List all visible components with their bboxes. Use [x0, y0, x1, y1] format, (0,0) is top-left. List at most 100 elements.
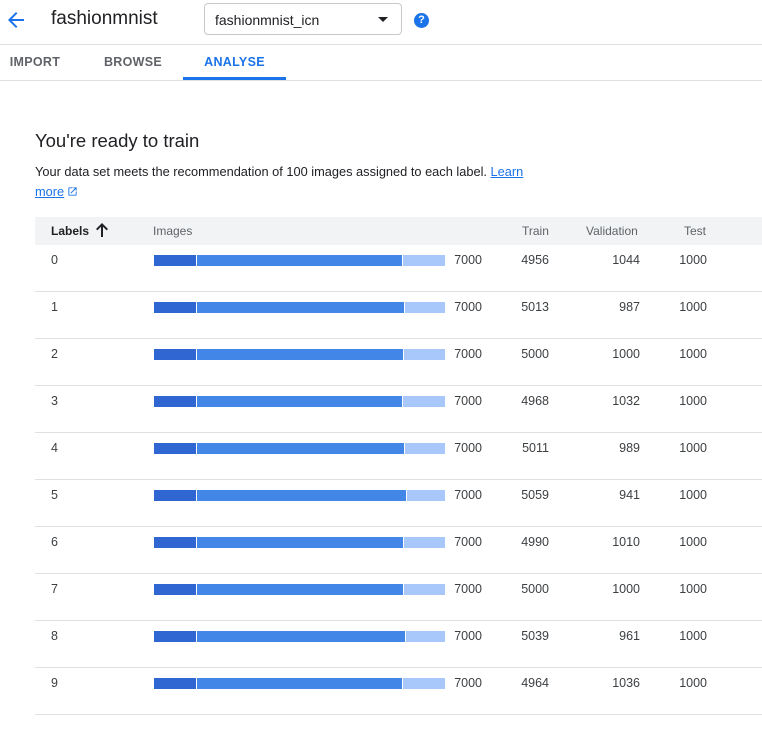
arrow-back-icon[interactable]	[4, 8, 28, 32]
bar-test-segment	[154, 678, 196, 689]
images-count: 7000	[454, 394, 482, 408]
tab-analyse[interactable]: ANALYSE	[183, 44, 286, 80]
description: Your data set meets the recommendation o…	[35, 162, 555, 203]
bar-test-segment	[154, 443, 196, 454]
help-icon[interactable]: ?	[414, 13, 429, 28]
bar-validation-segment	[404, 349, 445, 360]
table-row[interactable]: 2 7000 5000 1000 1000	[35, 339, 762, 386]
label-cell: 4	[51, 441, 58, 455]
image-split-bar	[154, 396, 445, 407]
validation-count: 1044	[612, 253, 640, 267]
table-row[interactable]: 9 7000 4964 1036 1000	[35, 668, 762, 715]
images-count: 7000	[454, 582, 482, 596]
bar-train-segment	[196, 678, 402, 689]
test-count: 1000	[679, 535, 707, 549]
bar-train-segment	[196, 396, 403, 407]
image-split-bar	[154, 349, 445, 360]
image-split-bar	[154, 302, 445, 313]
image-split-bar	[154, 537, 445, 548]
images-count: 7000	[454, 253, 482, 267]
validation-count: 941	[619, 488, 640, 502]
bar-validation-segment	[402, 255, 445, 266]
train-count: 5013	[521, 300, 549, 314]
description-text: Your data set meets the recommendation o…	[35, 164, 487, 179]
chevron-down-icon	[378, 17, 388, 22]
arrow-upward-icon[interactable]	[95, 222, 109, 243]
bar-test-segment	[154, 302, 196, 313]
label-cell: 0	[51, 253, 58, 267]
table-row[interactable]: 7 7000 5000 1000 1000	[35, 574, 762, 621]
images-count: 7000	[454, 300, 482, 314]
validation-count: 987	[619, 300, 640, 314]
label-cell: 9	[51, 676, 58, 690]
bar-test-segment	[154, 255, 196, 266]
train-count: 5011	[522, 441, 549, 455]
train-count: 5039	[521, 629, 549, 643]
images-count: 7000	[454, 535, 482, 549]
validation-count: 961	[619, 629, 640, 643]
bar-test-segment	[154, 349, 196, 360]
dataset-title: fashionmnist	[51, 8, 158, 29]
test-count: 1000	[679, 441, 707, 455]
header-test: Test	[684, 224, 707, 238]
header-train: Train	[522, 224, 549, 238]
label-cell: 5	[51, 488, 58, 502]
bar-train-segment	[196, 302, 404, 313]
image-split-bar	[154, 443, 445, 454]
images-count: 7000	[454, 629, 482, 643]
validation-count: 1010	[612, 535, 640, 549]
image-split-bar	[154, 678, 445, 689]
test-count: 1000	[679, 629, 707, 643]
image-split-bar	[154, 490, 445, 501]
tab-bar: IMPORT BROWSE ANALYSE	[0, 44, 762, 81]
test-count: 1000	[679, 300, 707, 314]
bar-test-segment	[154, 631, 196, 642]
test-count: 1000	[679, 582, 707, 596]
train-count: 5000	[521, 582, 549, 596]
header-labels[interactable]: Labels	[51, 224, 89, 238]
page-heading: You're ready to train	[35, 130, 200, 151]
table-row[interactable]: 8 7000 5039 961 1000	[35, 621, 762, 668]
table-row[interactable]: 5 7000 5059 941 1000	[35, 480, 762, 527]
train-count: 4956	[521, 253, 549, 267]
test-count: 1000	[679, 253, 707, 267]
test-count: 1000	[679, 394, 707, 408]
train-count: 4990	[521, 535, 549, 549]
test-count: 1000	[679, 347, 707, 361]
table-row[interactable]: 3 7000 4968 1032 1000	[35, 386, 762, 433]
bar-validation-segment	[402, 678, 445, 689]
table-row[interactable]: 1 7000 5013 987 1000	[35, 292, 762, 339]
table-row[interactable]: 6 7000 4990 1010 1000	[35, 527, 762, 574]
test-count: 1000	[679, 676, 707, 690]
validation-count: 1000	[612, 582, 640, 596]
header-images: Images	[153, 224, 193, 238]
test-count: 1000	[679, 488, 707, 502]
bar-train-segment	[196, 443, 404, 454]
train-count: 5059	[521, 488, 549, 502]
bar-validation-segment	[404, 584, 445, 595]
train-count: 4964	[521, 676, 549, 690]
table-row[interactable]: 4 7000 5011 989 1000	[35, 433, 762, 480]
header-validation: Validation	[586, 224, 638, 238]
images-count: 7000	[454, 441, 482, 455]
tab-import[interactable]: IMPORT	[0, 44, 70, 80]
table-row[interactable]: 0 7000 4956 1044 1000	[35, 245, 762, 292]
image-split-bar	[154, 584, 445, 595]
bar-train-segment	[196, 631, 406, 642]
train-count: 5000	[521, 347, 549, 361]
label-cell: 3	[51, 394, 58, 408]
image-split-bar	[154, 631, 445, 642]
label-cell: 6	[51, 535, 58, 549]
active-tab-indicator	[183, 77, 286, 80]
bar-validation-segment	[404, 302, 445, 313]
table-header: Labels Images Train Validation Test	[35, 217, 762, 245]
bar-train-segment	[196, 584, 404, 595]
bar-train-segment	[196, 537, 403, 548]
tab-browse[interactable]: BROWSE	[83, 44, 183, 80]
bar-validation-segment	[403, 396, 445, 407]
label-cell: 2	[51, 347, 58, 361]
bar-train-segment	[196, 255, 402, 266]
dataset-select[interactable]: fashionmnist_icn	[204, 3, 402, 35]
bar-test-segment	[154, 490, 196, 501]
label-cell: 1	[51, 300, 58, 314]
